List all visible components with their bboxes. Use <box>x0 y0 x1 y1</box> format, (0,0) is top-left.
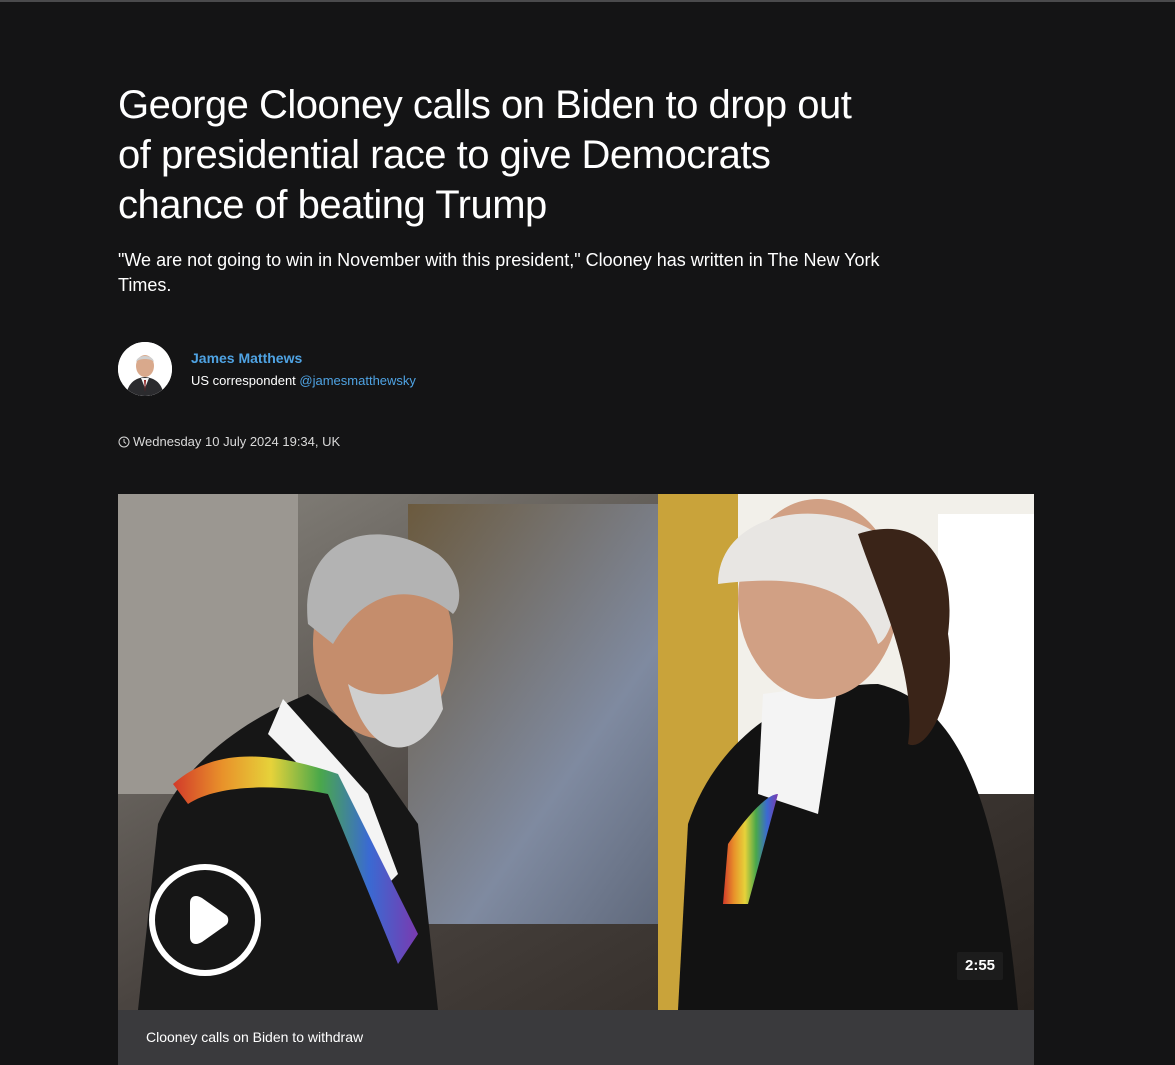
author-twitter-handle[interactable]: @jamesmatthewsky <box>299 373 416 388</box>
video-duration: 2:55 <box>957 952 1003 980</box>
author-role: US correspondent @jamesmatthewsky <box>191 373 416 388</box>
video-caption: Clooney calls on Biden to withdraw <box>146 1029 364 1045</box>
article-headline: George Clooney calls on Biden to drop ou… <box>118 83 852 227</box>
video-caption-bar: Clooney calls on Biden to withdraw <box>118 1010 1034 1065</box>
author-name-link[interactable]: James Matthews <box>191 350 302 366</box>
timestamp-text: Wednesday 10 July 2024 19:34, UK <box>133 434 341 449</box>
play-button[interactable] <box>148 863 262 977</box>
author-avatar[interactable] <box>118 342 172 396</box>
clock-icon <box>118 436 130 451</box>
article-standfirst: "We are not going to win in November wit… <box>118 250 880 295</box>
play-icon <box>149 864 261 976</box>
author-role-label: US correspondent <box>191 373 296 388</box>
author-byline: James Matthews US correspondent @jamesma… <box>118 342 618 396</box>
publish-timestamp: Wednesday 10 July 2024 19:34, UK <box>118 434 340 451</box>
top-divider <box>0 0 1175 2</box>
video-player[interactable]: 2:55 <box>118 494 1034 1010</box>
